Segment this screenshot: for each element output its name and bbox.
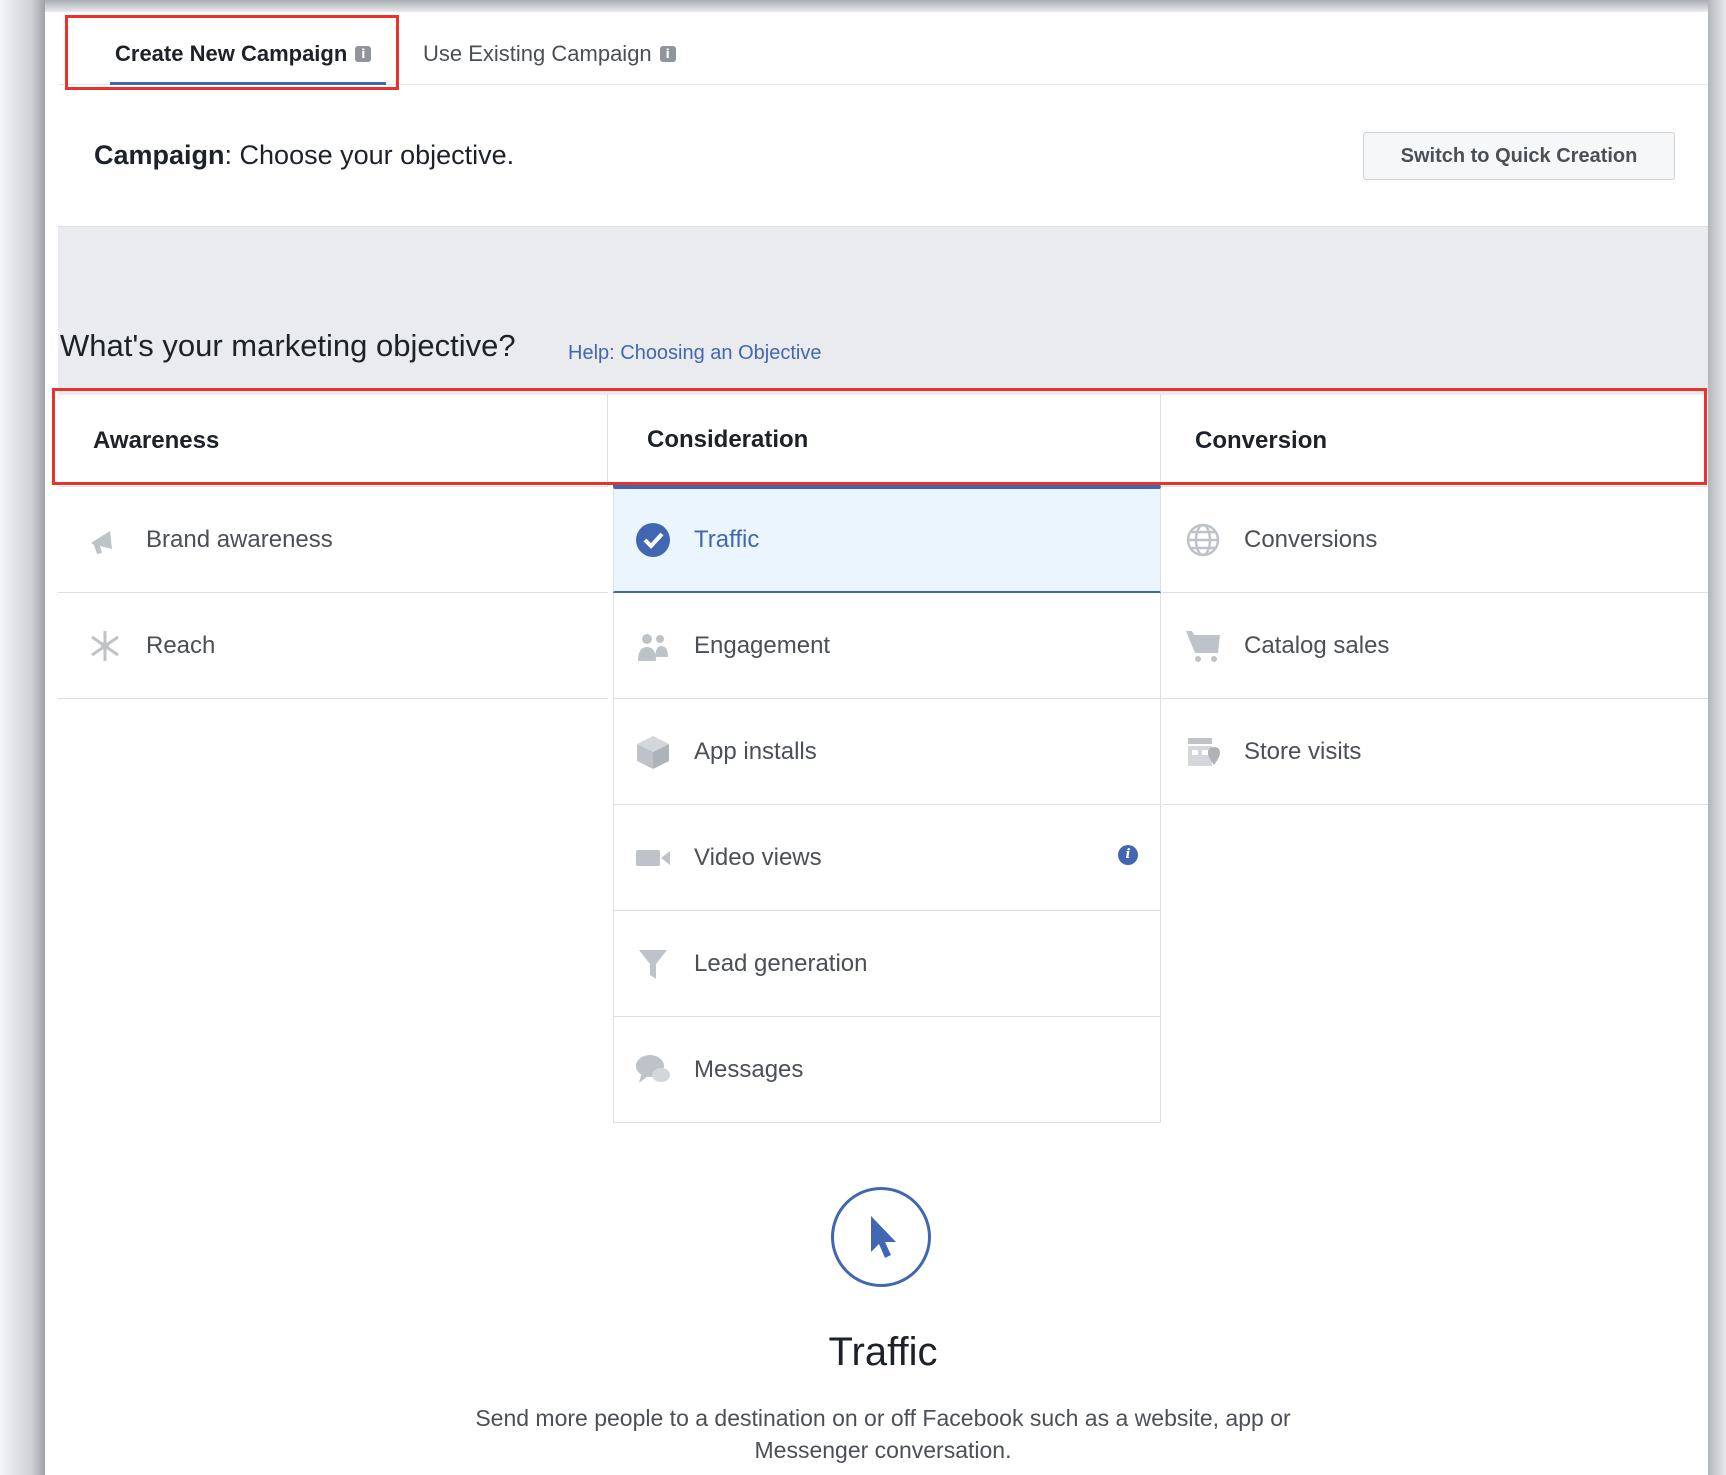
objective-messages[interactable]: Messages <box>613 1017 1161 1123</box>
frame-edge-top <box>45 0 1708 12</box>
objective-label: Messages <box>694 1055 804 1083</box>
objective-label: Conversions <box>1244 525 1378 553</box>
help-choosing-objective-link[interactable]: Help: Choosing an Objective <box>568 342 821 365</box>
column-conversion: Conversion Conversions Catalog sales Sto… <box>1162 395 1708 1475</box>
store-icon <box>1184 733 1222 771</box>
objective-label: Store visits <box>1244 737 1362 765</box>
reach-icon <box>86 627 124 665</box>
megaphone-icon <box>86 521 124 559</box>
cart-icon <box>1184 627 1222 665</box>
objective-label: Brand awareness <box>146 525 333 553</box>
objective-label: Video views <box>694 843 822 871</box>
column-awareness: Awareness Brand awareness Reach <box>58 395 608 1475</box>
objective-question: What's your marketing objective? <box>60 328 516 363</box>
objective-detail-title: Traffic <box>828 1330 938 1374</box>
objective-label: Lead generation <box>694 949 868 977</box>
highlight-box-column-headers <box>52 388 1707 485</box>
campaign-text: : Choose your objective. <box>224 140 515 170</box>
campaign-heading: Campaign: Choose your objective. <box>94 140 514 171</box>
objective-lead-generation[interactable]: Lead generation <box>613 911 1161 1017</box>
objective-brand-awareness[interactable]: Brand awareness <box>58 487 608 593</box>
objective-label: Traffic <box>694 526 760 553</box>
funnel-icon <box>634 945 672 983</box>
objective-engagement[interactable]: Engagement <box>613 593 1161 699</box>
objectives-grid: Awareness Brand awareness Reach Consider… <box>58 395 1708 1475</box>
info-icon[interactable]: i <box>1118 845 1138 865</box>
switch-to-quick-creation-button[interactable]: Switch to Quick Creation <box>1363 132 1675 180</box>
people-icon <box>634 627 672 665</box>
video-camera-icon <box>634 839 672 877</box>
campaign-card: Create New Campaign i Use Existing Campa… <box>58 12 1708 227</box>
objective-conversions[interactable]: Conversions <box>1162 487 1708 593</box>
check-circle-icon <box>634 521 672 559</box>
tab-label: Use Existing Campaign <box>423 41 652 66</box>
highlight-box-tab <box>65 15 399 90</box>
frame-edge-right <box>1708 0 1726 1475</box>
objective-label: Catalog sales <box>1244 631 1390 659</box>
objective-catalog-sales[interactable]: Catalog sales <box>1162 593 1708 699</box>
objective-label: Reach <box>146 631 216 659</box>
box-icon <box>634 733 672 771</box>
cursor-icon <box>831 1187 931 1287</box>
objective-label: App installs <box>694 737 817 765</box>
objective-traffic[interactable]: Traffic <box>613 487 1161 593</box>
chat-bubbles-icon <box>634 1051 672 1089</box>
objective-store-visits[interactable]: Store visits <box>1162 699 1708 805</box>
objective-detail-description: Send more people to a destination on or … <box>475 1405 1291 1463</box>
column-consideration: Consideration Traffic Engagement App ins… <box>613 395 1161 1475</box>
objective-app-installs[interactable]: App installs <box>613 699 1161 805</box>
tab-use-existing-campaign[interactable]: Use Existing Campaign i <box>423 34 676 74</box>
objective-reach[interactable]: Reach <box>58 593 608 699</box>
info-icon[interactable]: i <box>659 46 676 62</box>
objective-label: Engagement <box>694 631 831 659</box>
campaign-panel: Create New Campaign i Use Existing Campa… <box>52 12 1708 1475</box>
objective-video-views[interactable]: Video views i <box>613 805 1161 911</box>
globe-icon <box>1184 521 1222 559</box>
campaign-label: Campaign <box>94 140 225 170</box>
frame-edge-left <box>0 0 45 1475</box>
